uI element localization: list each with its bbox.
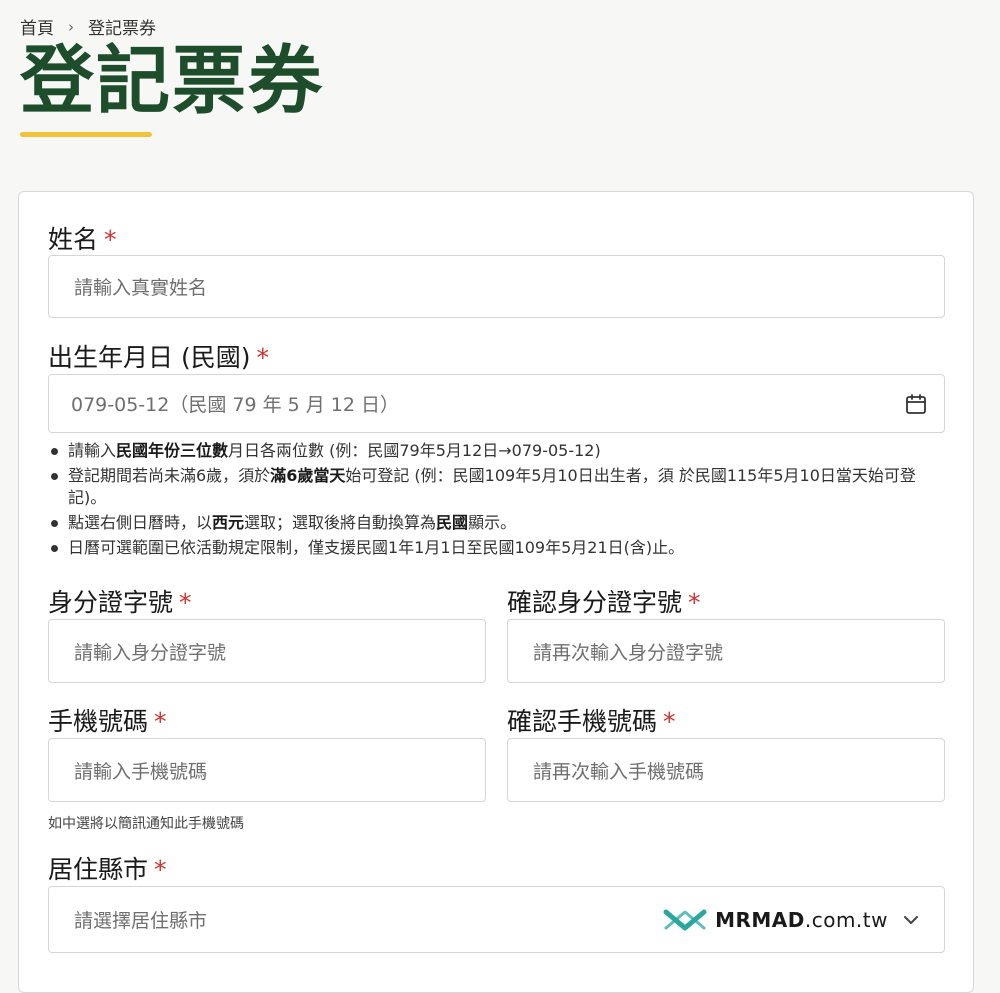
registration-form-card: 姓名 * 請輸入真實姓名 出生年月日 (民國) * 079-05-12（民國 79 … [18, 191, 974, 993]
mrmad-logo-icon [663, 909, 707, 930]
city-placeholder: 請選擇居住縣市 [74, 910, 208, 932]
birthdate-label: 出生年月日 (民國) * [48, 343, 269, 372]
phone-confirm-label: 確認手機號碼 * [507, 707, 676, 736]
id-confirm-placeholder: 請再次輸入身分證字號 [533, 641, 724, 664]
required-mark: * [154, 707, 167, 736]
phone-confirm-placeholder: 請再次輸入手機號碼 [533, 760, 705, 783]
note-item: 點選右側日曆時，以西元選取；選取後將自動換算為民國顯示。 [48, 512, 948, 534]
breadcrumb: 首頁 › 登記票券 [20, 14, 156, 40]
required-mark: * [154, 855, 167, 884]
calendar-icon[interactable] [904, 392, 928, 416]
required-mark: * [256, 343, 269, 372]
required-mark: * [663, 707, 676, 736]
birthdate-placeholder: 079-05-12（民國 79 年 5 月 12 日） [71, 394, 400, 416]
name-placeholder: 請輸入真實姓名 [74, 277, 208, 299]
id-number-placeholder: 請輸入身分證字號 [74, 641, 227, 664]
mrmad-watermark: MRMAD.com.tw [663, 908, 888, 932]
id-confirm-label: 確認身分證字號 * [507, 588, 701, 617]
title-underline [20, 132, 152, 137]
page-title: 登記票券 [20, 38, 324, 124]
id-confirm-input[interactable]: 請再次輸入身分證字號 [507, 619, 945, 683]
mrmad-wordmark: MRMAD.com.tw [715, 907, 888, 932]
breadcrumb-chevron-icon: › [68, 17, 74, 36]
name-label: 姓名 * [48, 225, 117, 254]
note-item: 請輸入民國年份三位數月日各兩位數 (例：民國79年5月12日→079-05-12… [48, 440, 948, 462]
note-item: 日曆可選範圍已依活動規定限制，僅支援民國1年1月1日至民國109年5月21日(含… [48, 537, 948, 559]
phone-placeholder: 請輸入手機號碼 [74, 760, 208, 783]
phone-hint: 如中選將以簡訊通知此手機號碼 [48, 816, 244, 832]
phone-label: 手機號碼 * [48, 707, 167, 736]
required-mark: * [688, 588, 701, 617]
name-input[interactable]: 請輸入真實姓名 [48, 255, 945, 318]
birthdate-notes: 請輸入民國年份三位數月日各兩位數 (例：民國79年5月12日→079-05-12… [48, 440, 948, 562]
birthdate-input[interactable]: 079-05-12（民國 79 年 5 月 12 日） [48, 374, 945, 433]
city-label: 居住縣市 * [48, 855, 167, 884]
id-number-input[interactable]: 請輸入身分證字號 [48, 619, 486, 683]
required-mark: * [179, 588, 192, 617]
phone-confirm-input[interactable]: 請再次輸入手機號碼 [507, 738, 945, 802]
breadcrumb-home-link[interactable]: 首頁 [20, 14, 54, 39]
note-item: 登記期間若尚未滿6歲，須於滿6歲當天始可登記 (例：民國109年5月10日出生者… [48, 465, 948, 509]
id-number-label: 身分證字號 * [48, 588, 192, 617]
city-select[interactable]: 請選擇居住縣市 MRMAD.com.tw [48, 886, 945, 953]
chevron-down-icon[interactable] [902, 911, 920, 929]
required-mark: * [104, 225, 117, 254]
phone-input[interactable]: 請輸入手機號碼 [48, 738, 486, 802]
breadcrumb-current: 登記票券 [88, 19, 156, 39]
